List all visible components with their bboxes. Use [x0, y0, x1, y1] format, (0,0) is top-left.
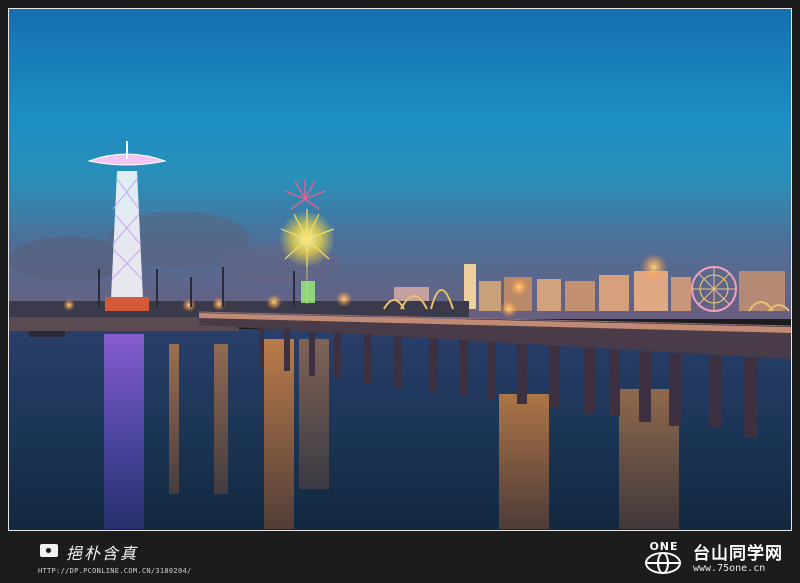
site-url: www.75one.cn	[693, 563, 766, 574]
globe-icon	[645, 552, 681, 574]
watermark-footer: 挹朴含真 HTTP://DP.PCONLINE.COM.CN/3180204/ …	[0, 533, 800, 583]
night-pier-scene	[9, 9, 791, 530]
photo	[8, 8, 792, 531]
site-name: 台山同学网	[693, 544, 783, 564]
one-logo: ONE	[640, 540, 688, 576]
ferris-wheel	[691, 266, 737, 312]
blog-url: HTTP://DP.PCONLINE.COM.CN/3180204/	[38, 567, 192, 575]
camera-icon	[40, 544, 58, 557]
photographer-signature: 挹朴含真	[66, 544, 139, 563]
jetty	[29, 331, 65, 337]
